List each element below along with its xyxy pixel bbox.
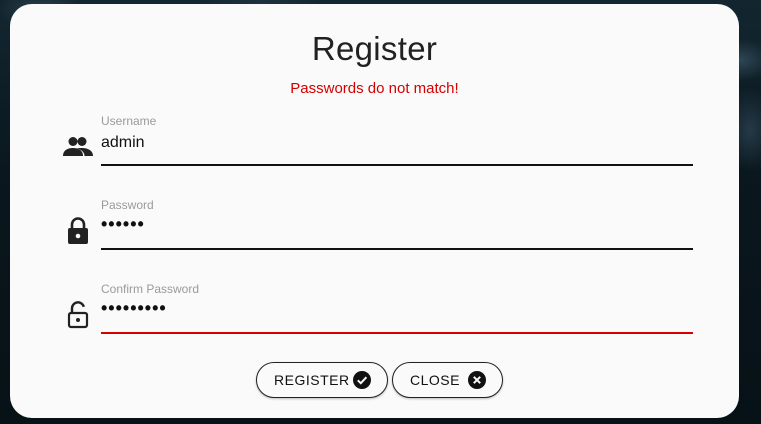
- username-field[interactable]: Username admin: [101, 114, 693, 172]
- people-icon: [63, 132, 93, 162]
- close-button[interactable]: CLOSE: [392, 362, 503, 398]
- username-label: Username: [101, 114, 157, 128]
- close-circle-icon: [468, 371, 486, 389]
- error-message: Passwords do not match!: [290, 80, 459, 97]
- confirm-password-input[interactable]: •••••••••: [101, 298, 167, 319]
- register-dialog: Register Passwords do not match! Usernam…: [10, 4, 739, 418]
- password-field[interactable]: Password ••••••: [101, 198, 693, 256]
- dialog-title: Register: [311, 30, 438, 67]
- check-circle-icon: [353, 371, 371, 389]
- confirm-password-underline: [101, 332, 693, 334]
- password-input[interactable]: ••••••: [101, 214, 145, 235]
- lock-open-icon: [63, 300, 93, 330]
- register-button-label: REGISTER: [274, 372, 350, 388]
- lock-icon: [63, 216, 93, 246]
- username-input[interactable]: admin: [101, 134, 145, 152]
- register-button[interactable]: REGISTER: [256, 362, 388, 398]
- password-underline: [101, 248, 693, 250]
- confirm-password-label: Confirm Password: [101, 282, 200, 296]
- username-underline: [101, 164, 693, 166]
- confirm-password-field[interactable]: Confirm Password •••••••••: [101, 282, 693, 340]
- password-label: Password: [101, 198, 154, 212]
- close-button-label: CLOSE: [410, 372, 460, 388]
